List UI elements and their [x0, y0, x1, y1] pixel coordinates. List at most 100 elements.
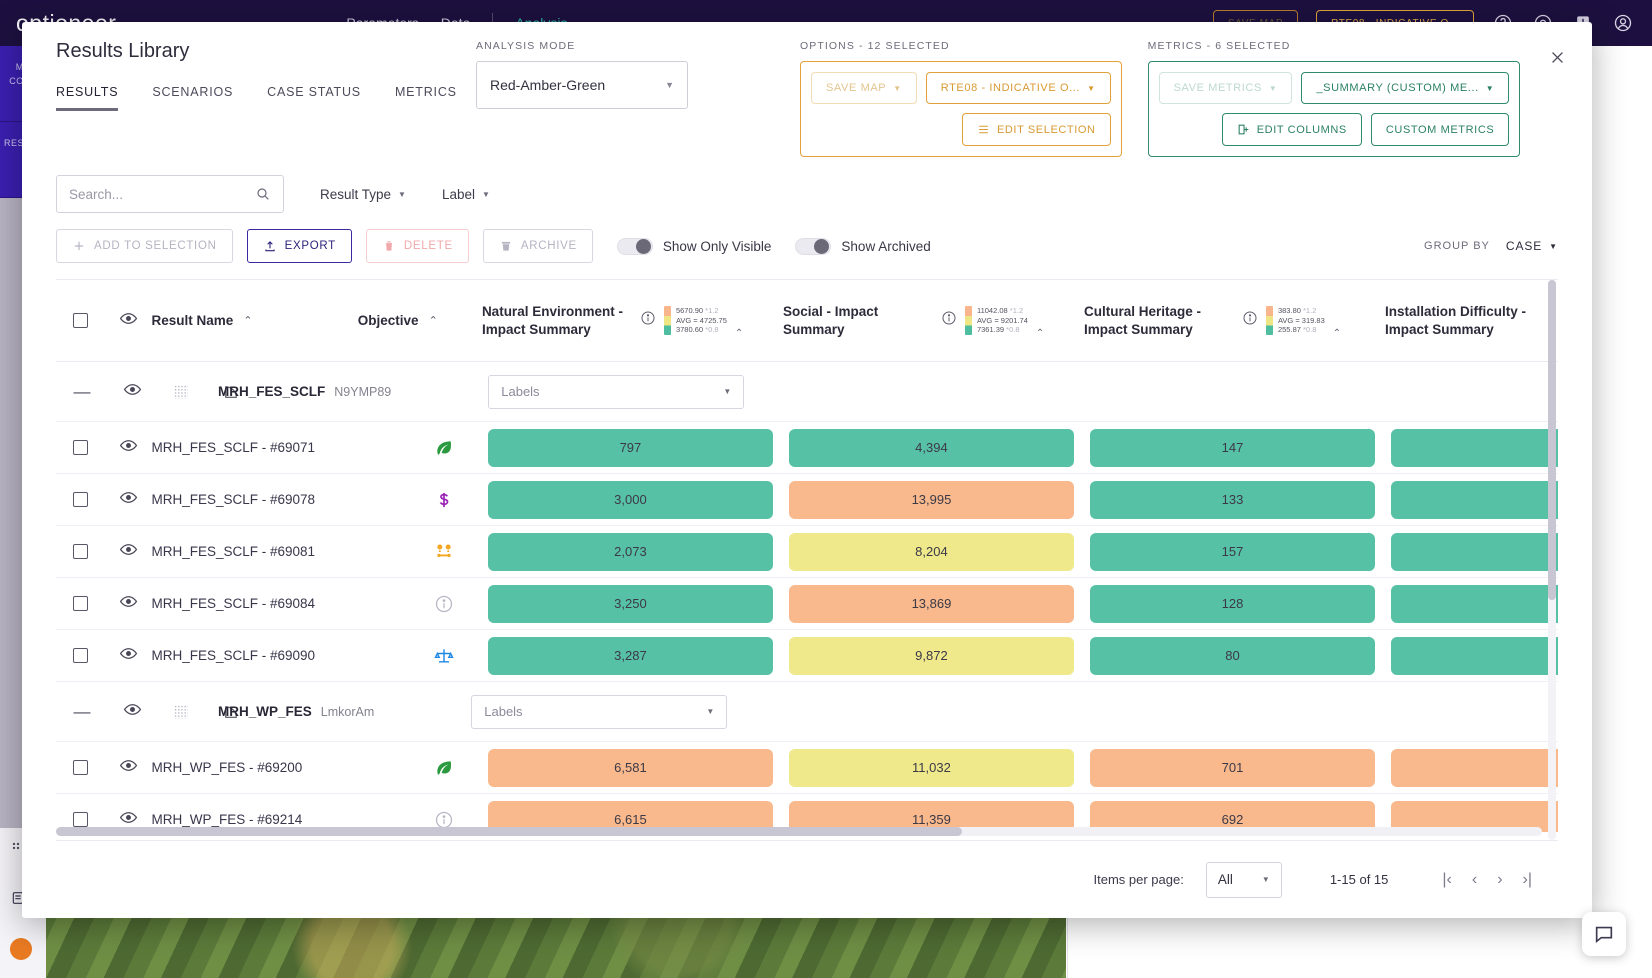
eye-icon[interactable] — [119, 488, 138, 512]
metric-cell: 11,032 — [788, 748, 1074, 787]
options-selection-dropdown[interactable]: RTE08 - INDICATIVE O... ▼ — [925, 72, 1111, 104]
save-map-label: SAVE MAP — [826, 82, 887, 94]
info-icon[interactable] — [1242, 310, 1258, 331]
eye-icon[interactable] — [119, 436, 138, 460]
analysis-mode-value: Red-Amber-Green — [490, 77, 606, 93]
sort-asc-icon[interactable]: ⌃ — [243, 314, 252, 327]
eye-icon[interactable] — [119, 756, 138, 780]
eye-icon[interactable] — [119, 644, 138, 668]
drag-handle-cell[interactable] — [156, 384, 206, 399]
vertical-scrollbar[interactable] — [1548, 280, 1556, 840]
collapse-icon[interactable]: — — [56, 702, 108, 722]
row-checkbox[interactable] — [73, 544, 89, 559]
first-page-button[interactable]: |‹ — [1442, 871, 1451, 889]
drag-handle-cell[interactable] — [156, 704, 206, 719]
sort-asc-icon[interactable]: ⌃ — [429, 314, 438, 327]
chat-widget-button[interactable] — [1582, 912, 1626, 956]
search-input[interactable] — [69, 186, 247, 202]
info-icon[interactable] — [640, 310, 656, 331]
table-row[interactable]: MRH_WP_FES - #69200 6,581 11,032 701 — [56, 742, 1558, 794]
metrics-selection-dropdown[interactable]: _SUMMARY (CUSTOM) ME... ▼ — [1301, 72, 1510, 104]
metric-header-natural-environment[interactable]: Natural Environment - Impact Summary 567… — [482, 303, 783, 339]
analysis-mode-select[interactable]: Red-Amber-Green ▼ — [476, 61, 688, 109]
sort-asc-icon[interactable]: ⌃ — [1036, 328, 1044, 339]
group-row[interactable]: — MRH_FES_SCLF N9YMP89 Labels ▼ — [56, 362, 1558, 422]
save-map-button[interactable]: SAVE MAP ▼ — [811, 72, 917, 104]
vertical-scrollbar-thumb[interactable] — [1548, 280, 1556, 600]
metric-title: Social - Impact Summary — [782, 303, 879, 337]
archive-button[interactable]: ARCHIVE — [482, 229, 593, 263]
tab-metrics[interactable]: METRICS — [395, 85, 457, 111]
edit-selection-button[interactable]: EDIT SELECTION — [961, 113, 1111, 146]
chevron-down-icon: ▼ — [1549, 241, 1558, 251]
metric-cell: 6,581 — [487, 748, 773, 787]
objective-header[interactable]: Objective ⌃ — [358, 312, 482, 330]
collapse-icon[interactable]: — — [56, 382, 108, 402]
pagination-range: 1-15 of 15 — [1329, 872, 1389, 887]
sort-asc-icon[interactable]: ⌃ — [735, 328, 743, 339]
labels-select[interactable]: Labels ▼ — [471, 694, 728, 729]
metric-header-cultural-heritage[interactable]: Cultural Heritage - Impact Summary 383.8… — [1084, 303, 1385, 339]
table-row[interactable]: MRH_FES_SCLF - #69084 3,250 13,869 128 — [56, 578, 1558, 630]
table-row[interactable]: MRH_FES_SCLF - #69081 2,073 8,204 157 — [56, 526, 1558, 578]
metric-header-social[interactable]: Social - Impact Summary 11042.08 *1.2 AV… — [783, 303, 1084, 339]
group-by-value: CASE — [1505, 239, 1543, 253]
eye-icon[interactable] — [119, 592, 138, 616]
delete-button[interactable]: DELETE — [365, 229, 469, 263]
items-per-page-select[interactable]: All ▼ — [1205, 861, 1282, 898]
drag-handle-icon[interactable] — [174, 384, 188, 399]
account-icon[interactable] — [1612, 12, 1634, 34]
metric-cell — [1390, 584, 1558, 623]
result-type-filter[interactable]: Result Type ▼ — [320, 187, 406, 202]
export-button[interactable]: EXPORT — [246, 229, 352, 263]
drag-handle-icon[interactable] — [174, 704, 188, 719]
row-checkbox[interactable] — [73, 440, 89, 455]
selection-panels: OPTIONS - 12 SELECTED SAVE MAP ▼ RTE08 -… — [800, 40, 1521, 157]
row-checkbox[interactable] — [73, 648, 89, 663]
label-filter[interactable]: Label ▼ — [442, 187, 490, 202]
tab-scenarios[interactable]: SCENARIOS — [152, 85, 233, 111]
table-row[interactable]: MRH_FES_SCLF - #69090 3,287 9,872 80 — [56, 630, 1558, 682]
tab-results[interactable]: RESULTS — [56, 85, 119, 111]
eye-icon[interactable] — [123, 380, 142, 404]
row-checkbox[interactable] — [73, 760, 89, 775]
group-by-label: GROUP BY — [1424, 240, 1490, 252]
row-checkbox[interactable] — [73, 812, 89, 827]
save-metrics-button[interactable]: SAVE METRICS ▼ — [1158, 72, 1293, 104]
table-row[interactable]: MRH_FES_SCLF - #69078 3,000 13,995 133 — [56, 474, 1558, 526]
metric-header-installation-difficulty[interactable]: Installation Difficulty - Impact Summary — [1385, 303, 1558, 339]
show-archived-toggle[interactable] — [795, 237, 832, 255]
next-page-button[interactable]: › — [1497, 871, 1502, 889]
prev-page-button[interactable]: ‹ — [1472, 871, 1477, 889]
edit-columns-button[interactable]: EDIT COLUMNS — [1221, 113, 1362, 146]
select-all-checkbox[interactable] — [73, 313, 89, 328]
chevron-down-icon: ▼ — [893, 83, 902, 93]
labels-select[interactable]: Labels ▼ — [488, 374, 745, 409]
result-name: MRH_WP_FES - #69214 — [151, 812, 303, 827]
show-only-visible-toggle[interactable] — [616, 237, 653, 255]
upload-icon — [264, 241, 275, 252]
sort-asc-icon[interactable]: ⌃ — [1333, 328, 1341, 339]
custom-metrics-label: CUSTOM METRICS — [1385, 123, 1495, 136]
add-to-selection-button[interactable]: ADD TO SELECTION — [56, 229, 233, 263]
table-row[interactable]: MRH_FES_SCLF - #69071 797 4,394 147 — [56, 422, 1558, 474]
custom-metrics-button[interactable]: CUSTOM METRICS — [1370, 113, 1510, 146]
metric-cell — [1390, 532, 1558, 571]
eye-icon[interactable] — [119, 540, 138, 564]
tab-case-status[interactable]: CASE STATUS — [267, 85, 361, 111]
legend-avg: AVG = 319.83 — [1277, 315, 1325, 325]
last-page-button[interactable]: ›| — [1523, 871, 1532, 889]
eye-icon[interactable] — [123, 700, 142, 724]
group-row[interactable]: — MRH_WP_FES LmkorAm Labels ▼ — [56, 682, 1558, 742]
eye-icon[interactable] — [119, 309, 138, 333]
legend-max: 5670.90 — [675, 306, 704, 316]
search-box[interactable] — [56, 175, 284, 213]
horizontal-scrollbar-thumb[interactable] — [56, 827, 963, 836]
info-icon[interactable] — [941, 310, 957, 331]
group-by-select[interactable]: CASE ▼ — [1506, 239, 1558, 253]
result-name-header[interactable]: Result Name ⌃ — [152, 312, 358, 330]
row-checkbox[interactable] — [73, 492, 89, 507]
search-icon[interactable] — [255, 186, 271, 202]
horizontal-scrollbar[interactable] — [56, 827, 1542, 836]
row-checkbox[interactable] — [73, 596, 89, 611]
